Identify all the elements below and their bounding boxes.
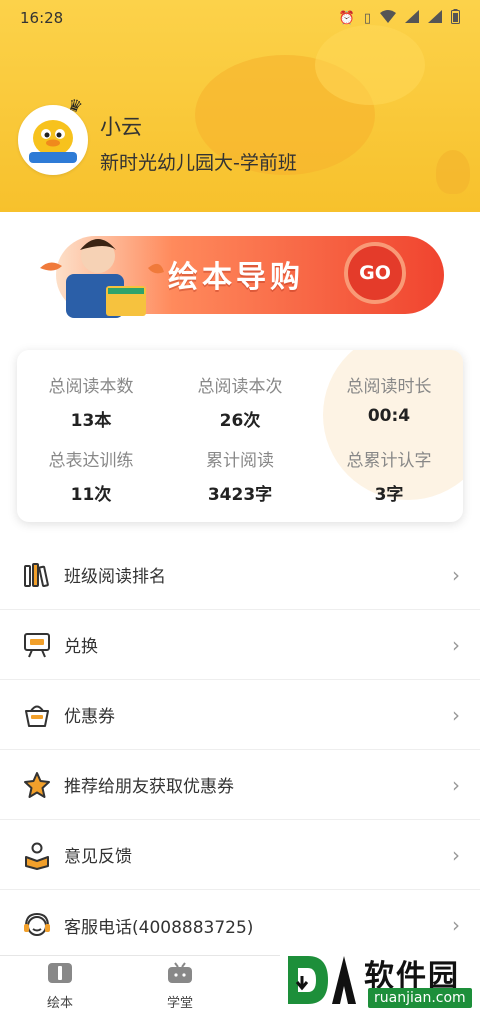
chevron-right-icon: ›	[452, 913, 460, 937]
user-name: 小云	[100, 115, 142, 139]
menu-item-label: 推荐给朋友获取优惠券	[64, 777, 234, 797]
menu-list: 班级阅读排名 › 兑换 › 优惠券 › 推荐给朋友获取优惠券 › 意见反馈 › …	[0, 540, 480, 960]
child-reading-illustration-icon	[40, 239, 164, 318]
user-class: 新时光幼儿园大-学前班	[100, 152, 297, 174]
tab-school[interactable]: 学堂	[150, 962, 210, 1011]
menu-item-refer-friend[interactable]: 推荐给朋友获取优惠券 ›	[0, 750, 480, 820]
header-decoration	[315, 25, 425, 105]
stat-label: 总累计认字	[346, 451, 432, 471]
picture-book-shopping-banner[interactable]: 绘本导购 GO	[36, 228, 444, 324]
signal-icon	[428, 10, 442, 26]
stat-value: 00:4	[367, 406, 411, 426]
menu-item-label: 兑换	[64, 637, 98, 657]
star-icon	[24, 772, 50, 798]
status-bar: 16:28 ⏰ ▯	[0, 0, 480, 36]
stat-label: 总阅读本数	[48, 377, 134, 397]
stat-characters-learned: 总累计认字 3字	[315, 446, 463, 505]
vibrate-icon: ▯	[363, 10, 371, 26]
tab-label: 绘本	[46, 996, 73, 1011]
stat-total-books: 总阅读本数 13本	[17, 372, 165, 431]
watermark-url: ruanjian.com	[368, 988, 472, 1008]
status-icons: ⏰ ▯	[339, 9, 460, 27]
reading-stats-card: 总阅读本数 13本 总阅读本次 26次 总阅读时长 00:4 总表达训练 11次…	[17, 350, 463, 522]
feedback-reader-icon	[25, 842, 49, 870]
menu-item-class-ranking[interactable]: 班级阅读排名 ›	[0, 540, 480, 610]
chevron-right-icon: ›	[452, 562, 460, 587]
watermark: 软件园 ruanjian.com	[280, 948, 480, 1013]
alarm-icon: ⏰	[338, 10, 355, 26]
banner-title: 绘本导购	[168, 260, 304, 295]
book-icon	[48, 963, 72, 983]
menu-item-label: 班级阅读排名	[64, 567, 166, 587]
download-logo-icon	[288, 956, 356, 1004]
chevron-right-icon: ›	[452, 772, 460, 797]
stat-label: 总表达训练	[48, 451, 134, 471]
menu-item-exchange[interactable]: 兑换 ›	[0, 610, 480, 680]
shopping-basket-icon	[25, 705, 49, 727]
tab-label: 学堂	[166, 996, 193, 1011]
menu-item-label: 客服电话(4008883725)	[64, 917, 254, 938]
duck-mascot-icon	[21, 108, 85, 172]
chevron-right-icon: ›	[452, 842, 460, 867]
status-time: 16:28	[20, 9, 64, 27]
tv-icon	[168, 962, 192, 983]
stat-value: 13本	[70, 411, 112, 431]
stat-cumulative-reading: 累计阅读 3423字	[166, 446, 314, 505]
go-button[interactable]: GO	[344, 242, 406, 304]
stat-expression-training: 总表达训练 11次	[17, 446, 165, 505]
menu-item-coupons[interactable]: 优惠券 ›	[0, 680, 480, 750]
tree-decoration	[436, 150, 470, 194]
stat-total-duration: 总阅读时长 00:4	[315, 372, 463, 426]
exchange-board-icon	[24, 633, 50, 658]
signal-icon	[405, 10, 419, 26]
stat-total-reads: 总阅读本次 26次	[166, 372, 314, 431]
books-icon	[24, 563, 49, 588]
chevron-right-icon: ›	[452, 632, 460, 657]
stat-value: 3423字	[207, 485, 273, 505]
menu-item-label: 优惠券	[64, 707, 115, 727]
stat-value: 26次	[219, 411, 261, 431]
chevron-right-icon: ›	[452, 702, 460, 727]
stat-value: 11次	[70, 485, 112, 505]
headset-icon	[24, 912, 50, 936]
stat-label: 总阅读本次	[197, 377, 283, 397]
wifi-icon	[380, 10, 396, 26]
battery-icon	[451, 9, 460, 27]
stat-label: 累计阅读	[206, 451, 274, 471]
menu-item-label: 意见反馈	[64, 847, 132, 867]
stat-value: 3字	[374, 485, 404, 505]
stat-label: 总阅读时长	[346, 377, 432, 397]
menu-item-feedback[interactable]: 意见反馈 ›	[0, 820, 480, 890]
tab-picture-books[interactable]: 绘本	[30, 962, 90, 1011]
